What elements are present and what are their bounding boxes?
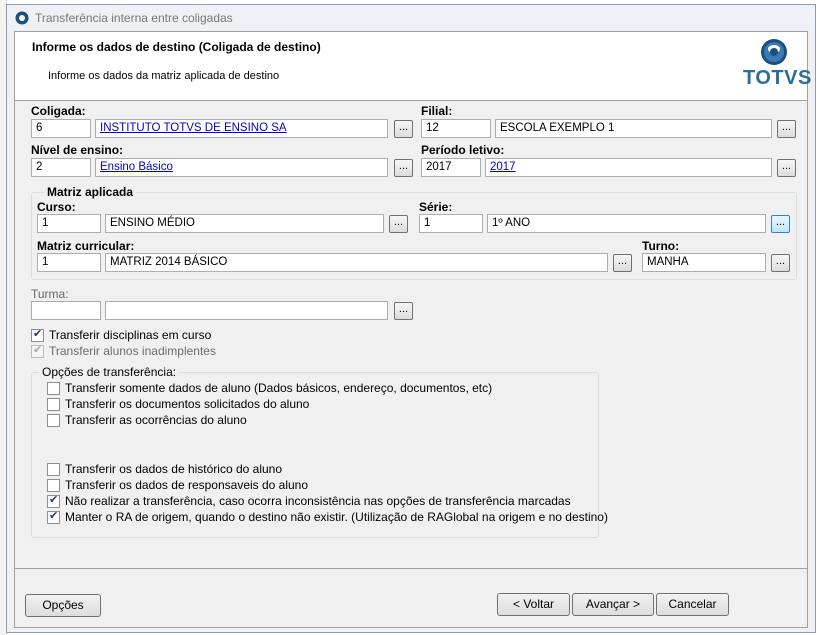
- nivel-code-input[interactable]: 2: [31, 158, 91, 177]
- periodo-lookup-button[interactable]: ...: [777, 159, 796, 177]
- periodo-desc-field[interactable]: 2017: [485, 158, 772, 177]
- option-label[interactable]: Não realizar a transferência, caso ocorr…: [65, 494, 571, 508]
- matriz-curricular-label: Matriz curricular:: [37, 239, 135, 253]
- curso-lookup-button[interactable]: ...: [389, 215, 408, 233]
- totvs-logo-icon: [761, 39, 787, 65]
- option-checkbox[interactable]: [47, 382, 60, 395]
- option-label[interactable]: Transferir os documentos solicitados do …: [65, 397, 309, 411]
- window-title: Transferência interna entre coligadas: [35, 11, 233, 25]
- turma-label: Turma:: [31, 287, 69, 301]
- option-label[interactable]: Manter o RA de origem, quando o destino …: [65, 510, 608, 524]
- coligada-lookup-button[interactable]: ...: [394, 120, 413, 138]
- curso-code-input[interactable]: 1: [37, 214, 101, 233]
- filial-lookup-button[interactable]: ...: [777, 120, 796, 138]
- opcoes-transferencia-title: Opções de transferência:: [39, 365, 180, 379]
- option-checkbox[interactable]: [47, 479, 60, 492]
- option-checkbox[interactable]: [47, 398, 60, 411]
- filial-desc-field[interactable]: ESCOLA EXEMPLO 1: [495, 119, 772, 138]
- turno-lookup-button[interactable]: ...: [771, 254, 790, 272]
- option-label[interactable]: Transferir as ocorrências do aluno: [65, 413, 247, 427]
- option-checkbox[interactable]: [47, 463, 60, 476]
- turma-lookup-button[interactable]: ...: [394, 302, 413, 320]
- cancelar-button[interactable]: Cancelar: [656, 593, 729, 616]
- curso-label: Curso:: [37, 200, 76, 214]
- option-label[interactable]: Transferir os dados de responsaveis do a…: [65, 478, 308, 492]
- matriz-lookup-button[interactable]: ...: [613, 254, 632, 272]
- coligada-link[interactable]: INSTITUTO TOTVS DE ENSINO SA: [100, 122, 287, 134]
- avancar-button[interactable]: Avançar >: [572, 593, 654, 616]
- title-bar: Transferência interna entre coligadas: [7, 5, 815, 31]
- option-checkbox[interactable]: [47, 414, 60, 427]
- turma-desc-field[interactable]: [105, 301, 388, 320]
- filial-code-input[interactable]: 12: [421, 119, 491, 138]
- periodo-letivo-label: Período letivo:: [421, 143, 505, 157]
- transferir-inadimplentes-label: Transferir alunos inadimplentes: [49, 344, 216, 358]
- curso-desc-field[interactable]: ENSINO MÉDIO: [105, 214, 384, 233]
- matriz-aplicada-title: Matriz aplicada: [44, 185, 137, 199]
- filial-label: Filial:: [421, 104, 453, 118]
- coligada-label: Coligada:: [31, 104, 86, 118]
- nivel-desc-field[interactable]: Ensino Básico: [95, 158, 388, 177]
- serie-label: Série:: [419, 200, 453, 214]
- option-label[interactable]: Transferir os dados de histórico do alun…: [65, 462, 282, 476]
- turma-code-input[interactable]: [31, 301, 101, 320]
- dialog-window: Transferência interna entre coligadas In…: [6, 4, 816, 633]
- periodo-link[interactable]: 2017: [490, 161, 516, 173]
- app-icon: [15, 11, 29, 25]
- serie-desc-field[interactable]: 1º ANO: [487, 214, 766, 233]
- option-checkbox[interactable]: [47, 509, 60, 524]
- transferir-disciplinas-label[interactable]: Transferir disciplinas em curso: [49, 328, 211, 342]
- nivel-lookup-button[interactable]: ...: [394, 159, 413, 177]
- wizard-client-area: Informe os dados de destino (Coligada de…: [14, 31, 812, 628]
- wizard-header: Informe os dados de destino (Coligada de…: [15, 32, 812, 101]
- nivel-ensino-label: Nível de ensino:: [31, 143, 124, 157]
- matriz-desc-field[interactable]: MATRIZ 2014 BÁSICO: [105, 253, 608, 272]
- header-subtitle: Informe os dados da matriz aplicada de d…: [48, 70, 280, 82]
- matriz-code-input[interactable]: 1: [37, 253, 101, 272]
- footer-separator: [15, 568, 807, 569]
- option-label[interactable]: Transferir somente dados de aluno (Dados…: [65, 381, 492, 395]
- transferir-disciplinas-checkbox[interactable]: [31, 327, 44, 342]
- coligada-code-input[interactable]: 6: [31, 119, 91, 138]
- option-checkbox[interactable]: [47, 493, 60, 508]
- header-title: Informe os dados de destino (Coligada de…: [32, 40, 321, 54]
- voltar-button[interactable]: < Voltar: [497, 593, 570, 616]
- periodo-code-input[interactable]: 2017: [421, 158, 481, 177]
- logo-text: TOTVS: [743, 67, 812, 89]
- opcoes-button[interactable]: Opções: [25, 594, 101, 617]
- nivel-link[interactable]: Ensino Básico: [100, 161, 173, 173]
- serie-lookup-button[interactable]: ...: [771, 215, 790, 233]
- turno-label: Turno:: [642, 239, 680, 253]
- coligada-desc-field[interactable]: INSTITUTO TOTVS DE ENSINO SA: [95, 119, 388, 138]
- serie-code-input[interactable]: 1: [419, 214, 483, 233]
- turno-field[interactable]: MANHA: [642, 253, 766, 272]
- transferir-inadimplentes-checkbox: [31, 343, 44, 358]
- totvs-logo: TOTVS: [743, 38, 812, 96]
